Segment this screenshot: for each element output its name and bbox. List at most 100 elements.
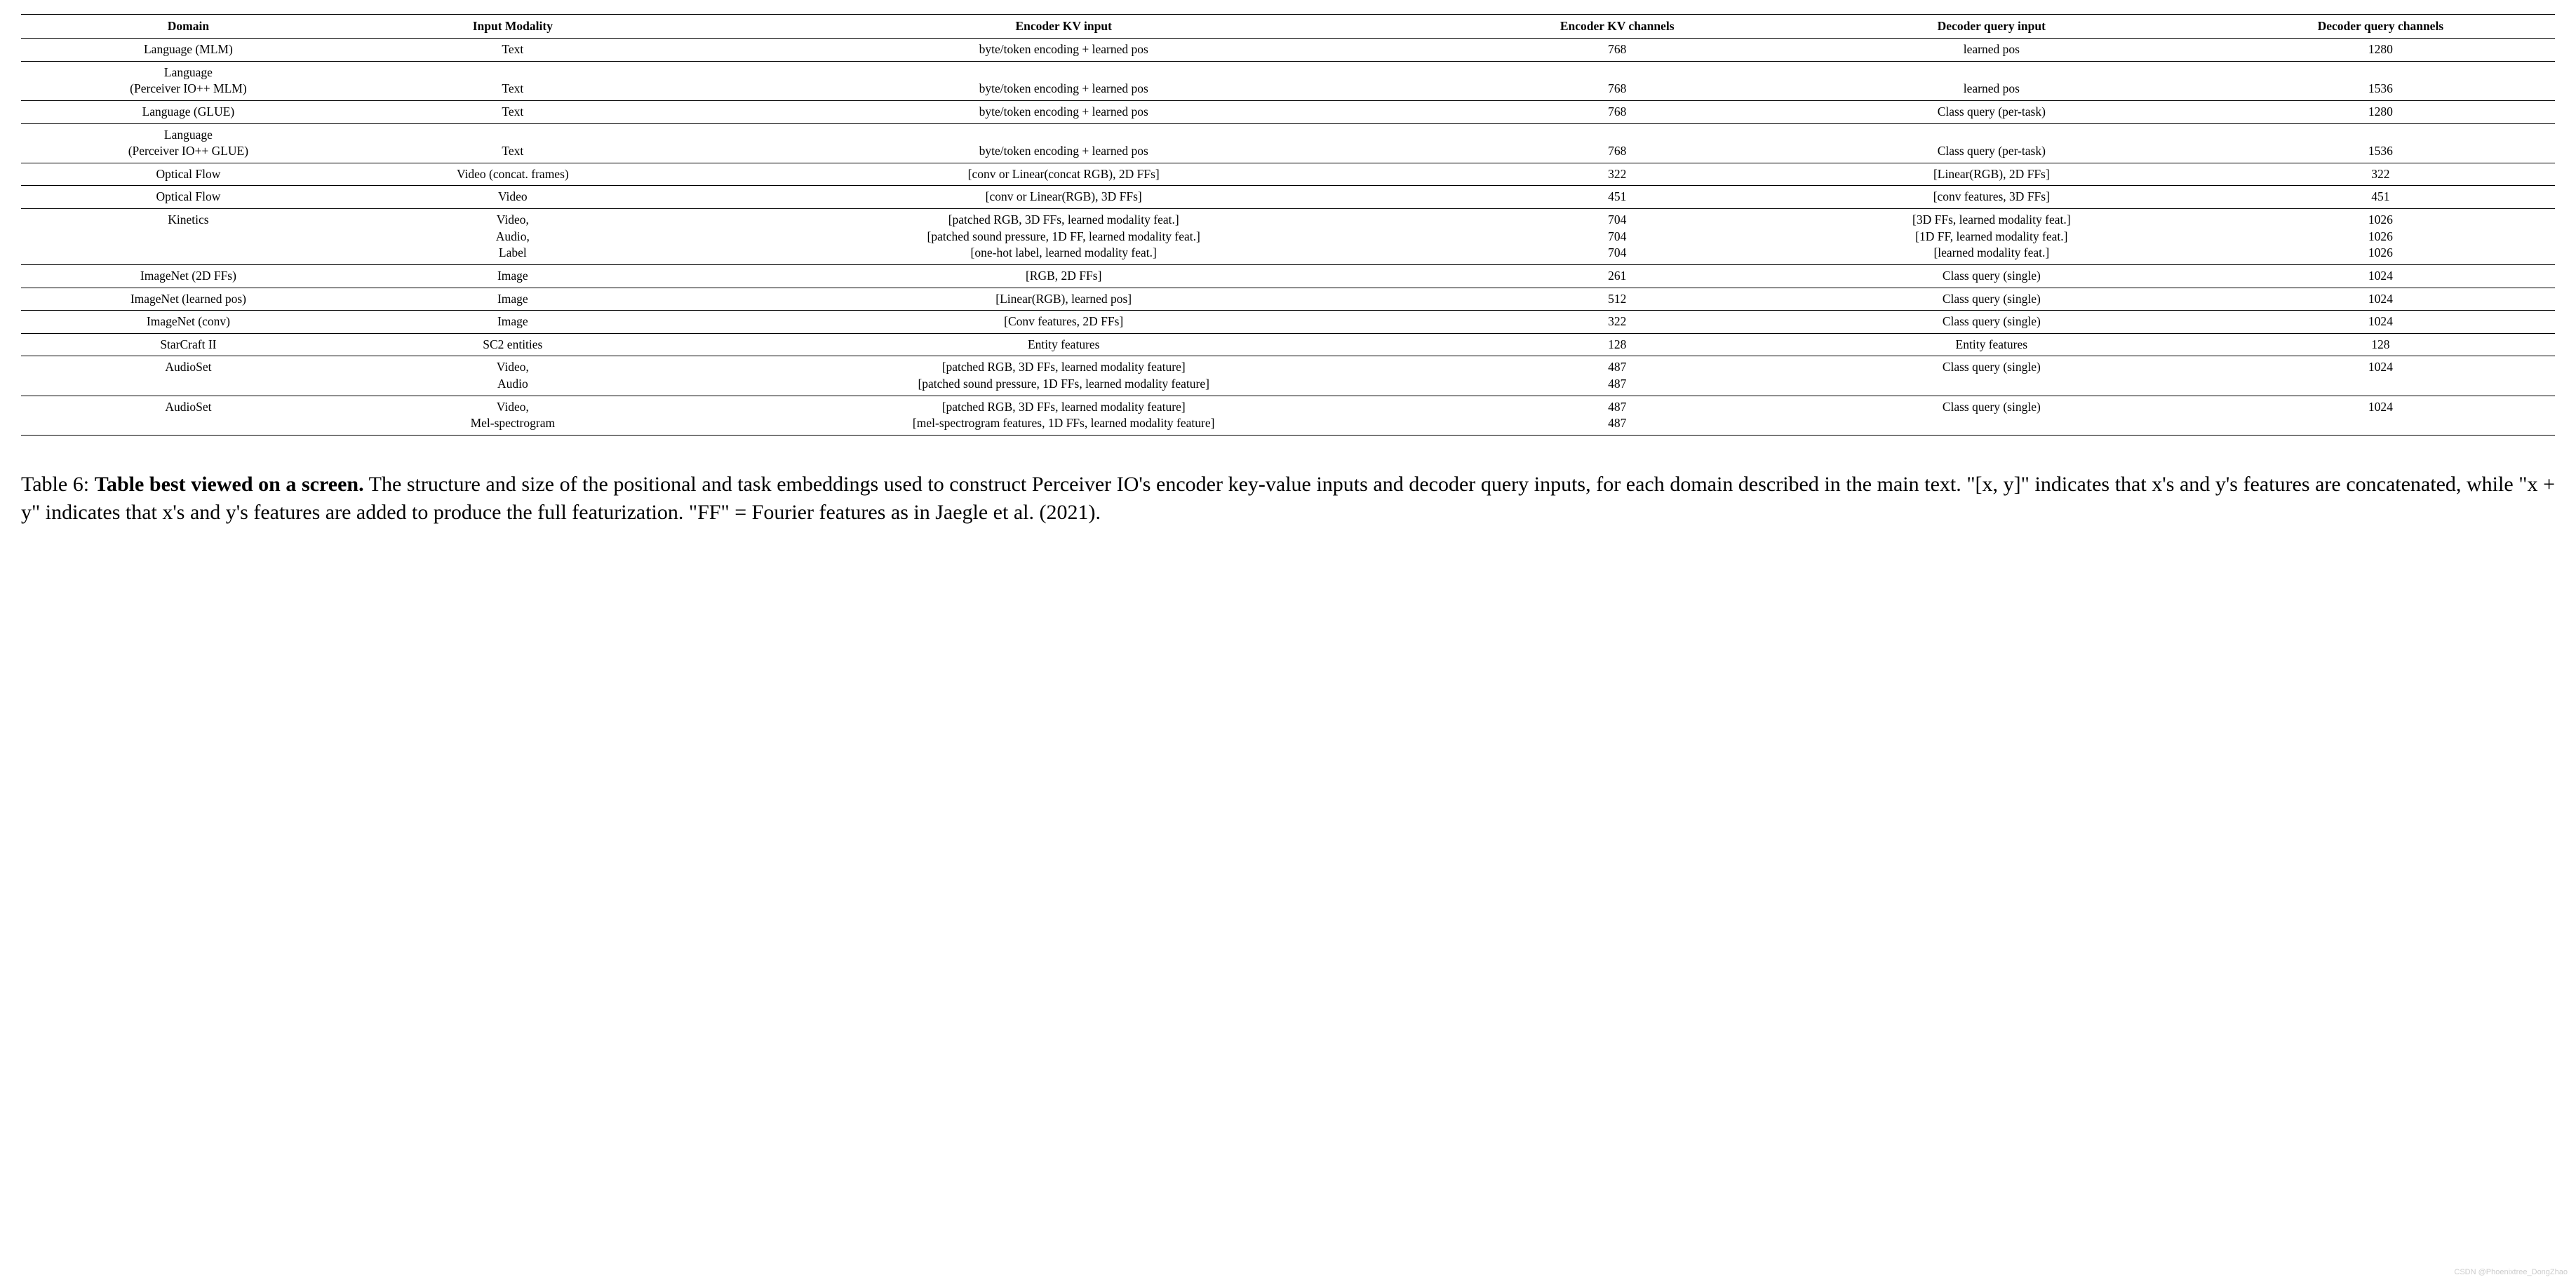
cell-encoder-kv-input: byte/token encoding + learned pos — [670, 100, 1458, 123]
cell-decoder-query-input: learned pos — [1777, 39, 2206, 62]
cell-input-modality: Text — [356, 39, 670, 62]
cell-encoder-kv-channels: 128 — [1458, 333, 1777, 356]
cell-encoder-kv-channels: 322 — [1458, 311, 1777, 334]
table-row: Language (Perceiver IO++ MLM) Text byte/… — [21, 61, 2555, 100]
cell-domain: ImageNet (learned pos) — [21, 288, 356, 311]
table-row: Optical Flow Video [conv or Linear(RGB),… — [21, 186, 2555, 209]
table-caption: Table 6: Table best viewed on a screen. … — [21, 471, 2555, 527]
table-row: AudioSet Video, Mel-spectrogram [patched… — [21, 396, 2555, 435]
cell-encoder-kv-channels: 768 — [1458, 123, 1777, 163]
cell-line: (Perceiver IO++ GLUE) — [128, 143, 248, 160]
cell-input-modality: SC2 entities — [356, 333, 670, 356]
cell-decoder-query-channels: 1024 — [2206, 396, 2555, 435]
cell-encoder-kv-channels: 512 — [1458, 288, 1777, 311]
cell-decoder-query-input: Class query (single) — [1777, 396, 2206, 435]
cell-decoder-query-input: Class query (single) — [1777, 311, 2206, 334]
header-decoder-query-channels: Decoder query channels — [2206, 15, 2555, 39]
cell-domain: Language (Perceiver IO++ MLM) — [21, 61, 356, 100]
cell-decoder-query-channels: 1280 — [2206, 100, 2555, 123]
cell-decoder-query-channels: 1026 1026 1026 — [2206, 209, 2555, 265]
cell-encoder-kv-channels: 451 — [1458, 186, 1777, 209]
cell-input-modality: Video (concat. frames) — [356, 163, 670, 186]
cell-line: Language — [164, 127, 213, 144]
cell-domain: Optical Flow — [21, 186, 356, 209]
cell-domain: Kinetics — [21, 209, 356, 265]
cell-encoder-kv-input: byte/token encoding + learned pos — [670, 39, 1458, 62]
cell-decoder-query-input: [3D FFs, learned modality feat.] [1D FF,… — [1777, 209, 2206, 265]
table-row: AudioSet Video, Audio [patched RGB, 3D F… — [21, 356, 2555, 396]
cell-line: [mel-spectrogram features, 1D FFs, learn… — [913, 415, 1215, 432]
caption-bold: Table best viewed on a screen. — [95, 473, 364, 496]
cell-encoder-kv-channels: 768 — [1458, 61, 1777, 100]
cell-input-modality: Image — [356, 288, 670, 311]
cell-encoder-kv-input: [conv or Linear(concat RGB), 2D FFs] — [670, 163, 1458, 186]
table-container: Domain Input Modality Encoder KV input E… — [21, 14, 2555, 436]
cell-domain: AudioSet — [21, 396, 356, 435]
table-row: ImageNet (conv) Image [Conv features, 2D… — [21, 311, 2555, 334]
cell-line: 487 — [1608, 415, 1626, 432]
cell-line: Audio — [497, 376, 528, 393]
cell-encoder-kv-input: [conv or Linear(RGB), 3D FFs] — [670, 186, 1458, 209]
cell-line: [patched RGB, 3D FFs, learned modality f… — [948, 212, 1179, 229]
cell-line: Mel-spectrogram — [471, 415, 556, 432]
header-row: Domain Input Modality Encoder KV input E… — [21, 15, 2555, 39]
table-row: StarCraft II SC2 entities Entity feature… — [21, 333, 2555, 356]
cell-decoder-query-channels: 322 — [2206, 163, 2555, 186]
cell-domain: Language (GLUE) — [21, 100, 356, 123]
cell-decoder-query-channels: 1536 — [2206, 61, 2555, 100]
cell-line: 487 — [1608, 399, 1626, 416]
cell-encoder-kv-input: [RGB, 2D FFs] — [670, 264, 1458, 288]
cell-line: Language — [164, 65, 213, 81]
cell-input-modality: Video — [356, 186, 670, 209]
cell-line: [learned modality feat.] — [1933, 245, 2049, 262]
table-row: Kinetics Video, Audio, Label [patched RG… — [21, 209, 2555, 265]
cell-line: 1026 — [2368, 229, 2393, 245]
cell-line: [patched RGB, 3D FFs, learned modality f… — [942, 399, 1186, 416]
cell-encoder-kv-channels: 768 — [1458, 100, 1777, 123]
caption-label: Table 6: — [21, 473, 95, 496]
cell-line: 1026 — [2368, 245, 2393, 262]
cell-input-modality: Video, Audio, Label — [356, 209, 670, 265]
table-row: ImageNet (2D FFs) Image [RGB, 2D FFs] 26… — [21, 264, 2555, 288]
cell-input-modality: Text — [356, 61, 670, 100]
cell-line: Label — [499, 245, 527, 262]
header-domain: Domain — [21, 15, 356, 39]
cell-decoder-query-input: [Linear(RGB), 2D FFs] — [1777, 163, 2206, 186]
cell-input-modality: Image — [356, 264, 670, 288]
cell-decoder-query-input: [conv features, 3D FFs] — [1777, 186, 2206, 209]
cell-decoder-query-channels: 128 — [2206, 333, 2555, 356]
cell-domain: StarCraft II — [21, 333, 356, 356]
cell-domain: Optical Flow — [21, 163, 356, 186]
cell-encoder-kv-channels: 704 704 704 — [1458, 209, 1777, 265]
cell-domain: Language (MLM) — [21, 39, 356, 62]
cell-decoder-query-input: Class query (per-task) — [1777, 100, 2206, 123]
cell-decoder-query-input: Class query (per-task) — [1777, 123, 2206, 163]
cell-domain: ImageNet (conv) — [21, 311, 356, 334]
cell-line: [patched sound pressure, 1D FF, learned … — [927, 229, 1200, 245]
table-row: ImageNet (learned pos) Image [Linear(RGB… — [21, 288, 2555, 311]
cell-encoder-kv-channels: 768 — [1458, 39, 1777, 62]
cell-encoder-kv-channels: 487 487 — [1458, 396, 1777, 435]
cell-encoder-kv-input: byte/token encoding + learned pos — [670, 123, 1458, 163]
cell-input-modality: Video, Mel-spectrogram — [356, 396, 670, 435]
header-encoder-kv-input: Encoder KV input — [670, 15, 1458, 39]
caption-rest: The structure and size of the positional… — [21, 473, 2555, 525]
cell-input-modality: Image — [356, 311, 670, 334]
cell-decoder-query-input: Entity features — [1777, 333, 2206, 356]
cell-line: Video, — [497, 399, 529, 416]
cell-encoder-kv-channels: 261 — [1458, 264, 1777, 288]
table-row: Language (GLUE) Text byte/token encoding… — [21, 100, 2555, 123]
cell-line: 704 — [1608, 229, 1626, 245]
cell-encoder-kv-channels: 487 487 — [1458, 356, 1777, 396]
cell-encoder-kv-channels: 322 — [1458, 163, 1777, 186]
cell-line: Audio, — [496, 229, 530, 245]
cell-encoder-kv-input: Entity features — [670, 333, 1458, 356]
cell-encoder-kv-input: [Conv features, 2D FFs] — [670, 311, 1458, 334]
watermark: CSDN @Phoenixtree_DongZhao — [2454, 1268, 2568, 1276]
cell-line: Video, — [497, 359, 529, 376]
header-encoder-kv-channels: Encoder KV channels — [1458, 15, 1777, 39]
cell-decoder-query-channels: 1024 — [2206, 264, 2555, 288]
cell-decoder-query-channels: 1024 — [2206, 356, 2555, 396]
cell-encoder-kv-input: byte/token encoding + learned pos — [670, 61, 1458, 100]
cell-input-modality: Text — [356, 123, 670, 163]
